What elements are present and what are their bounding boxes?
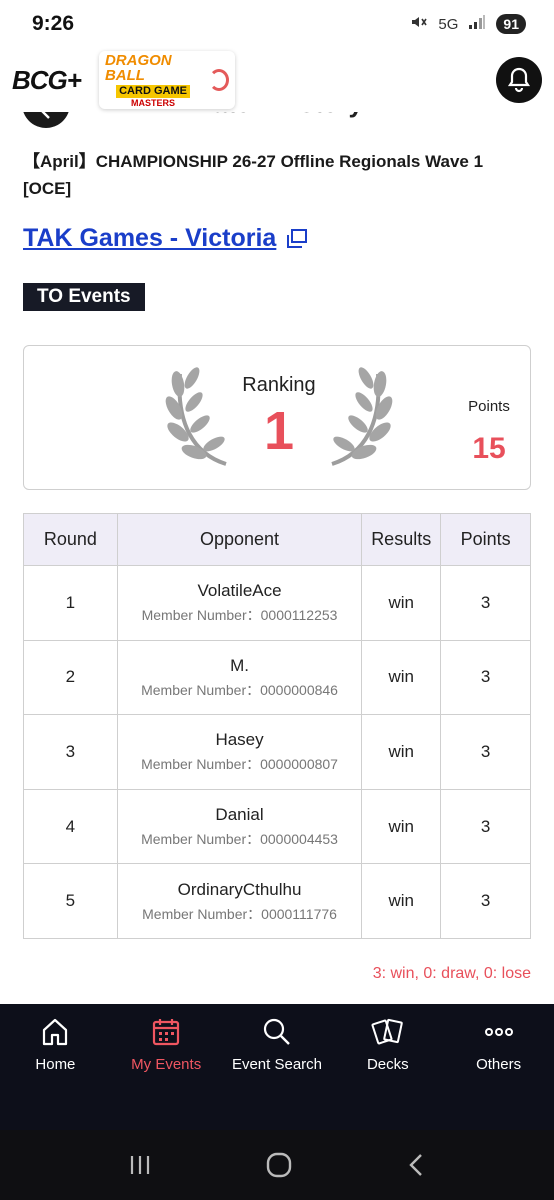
result-cell: win bbox=[361, 639, 442, 716]
battery-indicator: 91 bbox=[496, 14, 526, 34]
table-row: 2 M. Member Number：0000000846 win 3 bbox=[23, 639, 531, 716]
points-cell: 3 bbox=[440, 788, 531, 865]
signal-icon bbox=[468, 14, 486, 34]
ranking-card: Ranking 1 Points 15 bbox=[23, 345, 531, 490]
round-cell: 2 bbox=[23, 639, 118, 716]
member-number: Member Number：0000111776 bbox=[142, 905, 337, 922]
round-cell: 1 bbox=[23, 565, 118, 641]
home-icon bbox=[43, 1018, 68, 1046]
member-number: Member Number：0000112253 bbox=[141, 607, 338, 624]
opponent-cell: VolatileAce Member Number：0000112253 bbox=[116, 565, 363, 641]
points-value: 15 bbox=[472, 432, 506, 465]
result-cell: win bbox=[361, 565, 442, 641]
venue-link[interactable]: TAK Games - Victoria bbox=[23, 224, 276, 253]
header-points: Points bbox=[440, 513, 531, 566]
round-cell: 5 bbox=[23, 863, 118, 939]
header-round: Round bbox=[23, 513, 118, 566]
table-row: 4 Danial Member Number：0000004453 win 3 bbox=[23, 788, 531, 865]
member-number: Member Number：0000000807 bbox=[141, 756, 338, 773]
opponent-name: Danial bbox=[215, 805, 264, 825]
search-icon bbox=[263, 1018, 290, 1045]
table-row: 1 VolatileAce Member Number：0000112253 w… bbox=[23, 565, 531, 641]
notification-button[interactable] bbox=[496, 57, 542, 103]
points-cell: 3 bbox=[440, 639, 531, 716]
switch-game-icon bbox=[209, 69, 229, 91]
opponent-name: M. bbox=[230, 655, 249, 675]
home-circle-icon[interactable] bbox=[265, 1151, 293, 1179]
nav-home-label: Home bbox=[35, 1056, 76, 1073]
nav-others-label: Others bbox=[476, 1056, 522, 1073]
points-cell: 3 bbox=[440, 863, 531, 939]
match-results-table: Round Opponent Results Points 1 Volatile… bbox=[23, 513, 531, 939]
points-label: Points bbox=[468, 398, 510, 415]
dragon-ball-logo[interactable]: DRAGON BALL CARD GAME MASTERS bbox=[98, 51, 235, 109]
mute-icon bbox=[410, 13, 428, 35]
opponent-name: Hasey bbox=[215, 730, 264, 750]
header-results: Results bbox=[361, 513, 442, 566]
venue-row: TAK Games - Victoria bbox=[23, 224, 308, 253]
opponent-name: OrdinaryCthulhu bbox=[177, 879, 302, 899]
nav-decks[interactable]: Decks bbox=[332, 1004, 443, 1130]
calendar-icon bbox=[153, 1019, 180, 1046]
opponent-name: VolatileAce bbox=[197, 581, 282, 601]
table-row: 3 Hasey Member Number：0000000807 win 3 bbox=[23, 714, 531, 790]
logo-line-3: MASTERS bbox=[131, 97, 176, 108]
nav-my-events-label: My Events bbox=[131, 1056, 202, 1073]
points-cell: 3 bbox=[440, 565, 531, 641]
nav-others[interactable]: Others bbox=[443, 1004, 554, 1130]
logo-line-2: CARD GAME bbox=[116, 84, 190, 98]
points-cell: 3 bbox=[440, 714, 531, 790]
cards-icon bbox=[371, 1018, 403, 1045]
nav-decks-label: Decks bbox=[366, 1056, 409, 1073]
opponent-cell: Danial Member Number：0000004453 bbox=[116, 788, 363, 865]
opponent-cell: M. Member Number：0000000846 bbox=[116, 639, 363, 716]
result-cell: win bbox=[361, 714, 442, 790]
result-cell: win bbox=[361, 863, 442, 939]
app-header: BCG+ DRAGON BALL CARD GAME MASTERS bbox=[0, 48, 554, 112]
opponent-cell: OrdinaryCthulhu Member Number：0000111776 bbox=[116, 863, 363, 939]
ranking-label: Ranking bbox=[242, 374, 316, 396]
logo-line-1: DRAGON BALL bbox=[104, 51, 172, 84]
nav-event-search-label: Event Search bbox=[231, 1056, 323, 1073]
event-title: 【April】CHAMPIONSHIP 26-27 Offline Region… bbox=[23, 152, 484, 198]
member-number: Member Number：0000000846 bbox=[141, 681, 338, 698]
nav-home[interactable]: Home bbox=[0, 1004, 111, 1130]
nav-event-search[interactable]: Event Search bbox=[222, 1004, 333, 1130]
to-events-badge: TO Events bbox=[23, 283, 145, 311]
table-header-row: Round Opponent Results Points bbox=[23, 513, 531, 566]
status-bar: 9:26 5G 91 bbox=[0, 0, 554, 48]
points-legend: 3: win, 0: draw, 0: lose bbox=[372, 965, 531, 982]
result-cell: win bbox=[361, 788, 442, 865]
bcg-logo[interactable]: BCG+ bbox=[12, 65, 82, 96]
round-cell: 4 bbox=[23, 788, 118, 865]
network-label: 5G bbox=[438, 15, 459, 33]
ranking-value: 1 bbox=[263, 401, 295, 461]
nav-my-events[interactable]: My Events bbox=[111, 1004, 222, 1130]
external-link-icon[interactable] bbox=[286, 228, 308, 249]
recent-apps-icon[interactable] bbox=[126, 1153, 154, 1177]
back-icon[interactable] bbox=[404, 1152, 428, 1178]
system-nav-bar bbox=[0, 1130, 554, 1200]
round-cell: 3 bbox=[23, 714, 118, 790]
table-row: 5 OrdinaryCthulhu Member Number：00001117… bbox=[23, 863, 531, 939]
header-opponent: Opponent bbox=[116, 513, 363, 566]
opponent-cell: Hasey Member Number：0000000807 bbox=[116, 714, 363, 790]
status-time: 9:26 bbox=[32, 12, 75, 35]
bottom-nav: Home My Events Event Search Decks Others bbox=[0, 1004, 554, 1130]
member-number: Member Number：0000004453 bbox=[141, 831, 338, 848]
more-icon bbox=[484, 1028, 513, 1036]
bell-icon bbox=[507, 67, 531, 93]
